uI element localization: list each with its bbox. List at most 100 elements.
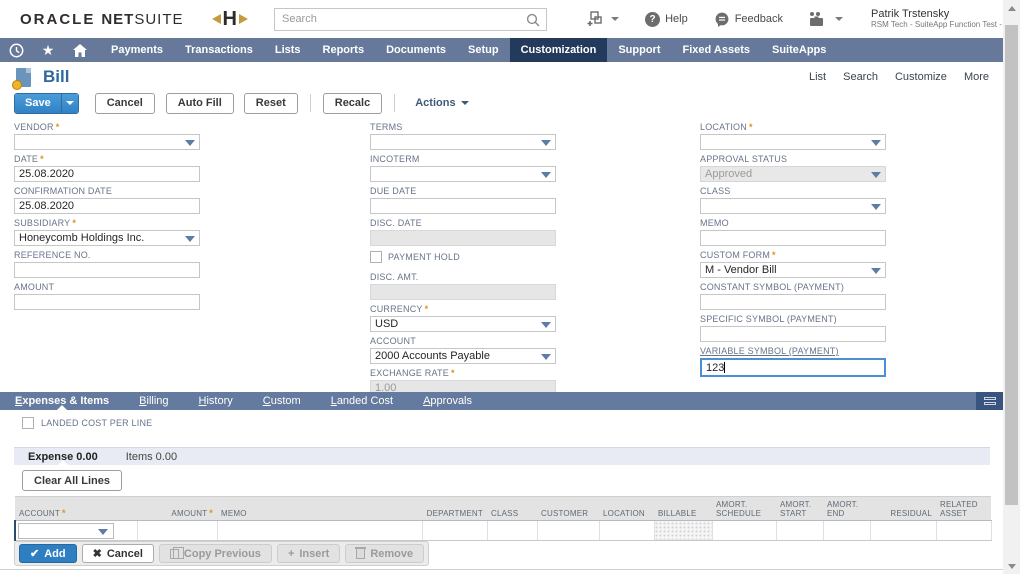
date-input[interactable]: 25.08.2020 — [14, 166, 200, 182]
shortcuts-button[interactable]: ★ — [32, 38, 64, 62]
payment-hold-checkbox[interactable] — [370, 251, 382, 263]
nav-item-lists[interactable]: Lists — [264, 38, 312, 62]
tab-custom[interactable]: Custom — [248, 392, 316, 410]
recent-records-button[interactable] — [0, 38, 32, 62]
cell-location[interactable] — [599, 521, 654, 541]
tab-history[interactable]: History — [184, 392, 248, 410]
subtab-expense[interactable]: Expense 0.00 — [14, 448, 112, 465]
nav-item-suiteapps[interactable]: SuiteApps — [761, 38, 837, 62]
reference-no-field: REFERENCE NO. — [14, 250, 200, 278]
roles-menu[interactable] — [809, 11, 843, 27]
cell-related-asset[interactable] — [936, 521, 991, 541]
home-button[interactable] — [64, 38, 96, 62]
nav-item-fixed-assets[interactable]: Fixed Assets — [672, 38, 761, 62]
chevron-down-icon — [541, 354, 551, 360]
tab-landed-cost[interactable]: Landed Cost — [316, 392, 408, 410]
account-select[interactable]: 2000 Accounts Payable — [370, 348, 556, 364]
user-info[interactable]: Patrik Trstensky RSM Tech - SuiteApp Fun… — [871, 8, 1003, 30]
nav-item-setup[interactable]: Setup — [457, 38, 510, 62]
terms-select[interactable] — [370, 134, 556, 150]
subtab-items[interactable]: Items 0.00 — [112, 448, 191, 465]
tab-bar-spacer — [487, 392, 976, 410]
nav-item-transactions[interactable]: Transactions — [174, 38, 264, 62]
list-link[interactable]: List — [809, 71, 826, 83]
incoterm-select[interactable] — [370, 166, 556, 182]
subsidiary-select[interactable]: Honeycomb Holdings Inc. — [14, 230, 200, 246]
nav-item-payments[interactable]: Payments — [100, 38, 174, 62]
memo-label: MEMO — [700, 218, 886, 229]
help-link[interactable]: ? Help — [645, 12, 688, 27]
search-icon[interactable] — [526, 13, 540, 27]
custom-form-select[interactable]: M - Vendor Bill — [700, 262, 886, 278]
cell-memo[interactable] — [217, 521, 422, 541]
location-select[interactable] — [700, 134, 886, 150]
nav-item-documents[interactable]: Documents — [375, 38, 457, 62]
star-icon: ★ — [42, 42, 55, 59]
chevron-down-icon — [461, 101, 469, 105]
class-select[interactable] — [700, 198, 886, 214]
more-link[interactable]: More — [964, 71, 989, 83]
memo-input[interactable] — [700, 230, 886, 246]
recalc-button[interactable]: Recalc — [323, 93, 382, 114]
customize-link[interactable]: Customize — [895, 71, 947, 83]
clear-all-lines-button[interactable]: Clear All Lines — [22, 470, 122, 491]
landed-cost-per-line-checkbox[interactable] — [22, 417, 34, 429]
specific-symbol-input[interactable] — [700, 326, 886, 342]
netsuite-logo-suite: SUITE — [134, 11, 183, 28]
oracle-logo-text: ORACLE — [20, 11, 95, 28]
scroll-down-button[interactable] — [1003, 558, 1020, 574]
constant-symbol-input[interactable] — [700, 294, 886, 310]
cell-residual[interactable] — [870, 521, 936, 541]
cancel-button[interactable]: Cancel — [95, 93, 155, 114]
cell-amort-start[interactable] — [776, 521, 823, 541]
vendor-select[interactable] — [14, 134, 200, 150]
constant-symbol-field: CONSTANT SYMBOL (PAYMENT) — [700, 282, 886, 310]
variable-symbol-field: VARIABLE SYMBOL (PAYMENT) 123 — [700, 346, 886, 377]
tab-expenses-items[interactable]: Expenses & Items — [0, 392, 124, 410]
currency-select[interactable]: USD — [370, 316, 556, 332]
variable-symbol-input-focused[interactable]: 123 — [700, 358, 886, 377]
cell-amount[interactable] — [137, 521, 217, 541]
disc-date-label: DISC. DATE — [370, 218, 556, 229]
nav-item-reports[interactable]: Reports — [312, 38, 376, 62]
cell-amort-schedule[interactable] — [712, 521, 776, 541]
create-new-menu[interactable] — [587, 11, 619, 27]
list-view-icon — [984, 397, 996, 405]
cell-class[interactable] — [487, 521, 537, 541]
vertical-scrollbar[interactable] — [1003, 0, 1020, 574]
tab-billing[interactable]: Billing — [124, 392, 183, 410]
feedback-link[interactable]: Feedback — [714, 12, 783, 27]
logo-left-wing-icon — [212, 14, 221, 24]
date-label: DATE* — [14, 154, 200, 165]
tab-approvals[interactable]: Approvals — [408, 392, 487, 410]
add-line-button[interactable]: ✔Add — [19, 544, 77, 563]
reference-no-input[interactable] — [14, 262, 200, 278]
cell-department[interactable] — [422, 521, 487, 541]
toggle-view-button[interactable] — [976, 392, 1003, 410]
line-account-select[interactable] — [18, 523, 114, 539]
confirmation-date-input[interactable]: 25.08.2020 — [14, 198, 200, 214]
search-input[interactable] — [275, 9, 546, 30]
cell-amort-end[interactable] — [823, 521, 870, 541]
nav-item-support[interactable]: Support — [607, 38, 671, 62]
nav-item-customization[interactable]: Customization — [510, 38, 608, 62]
scroll-up-button[interactable] — [1003, 0, 1020, 16]
cell-customer[interactable] — [537, 521, 599, 541]
cancel-line-button[interactable]: ✖Cancel — [82, 544, 154, 563]
reset-button[interactable]: Reset — [244, 93, 298, 114]
auto-fill-button[interactable]: Auto Fill — [166, 93, 234, 114]
divider — [394, 94, 395, 112]
approval-status-field: APPROVAL STATUS Approved — [700, 154, 886, 182]
page-title: Bill — [43, 67, 69, 87]
save-dropdown-button[interactable] — [61, 94, 78, 113]
currency-field: CURRENCY* USD — [370, 304, 556, 332]
amount-input[interactable] — [14, 294, 200, 310]
arrow-up-icon — [1008, 6, 1016, 11]
location-label: LOCATION* — [700, 122, 886, 133]
scrollbar-thumb[interactable] — [1005, 25, 1018, 505]
actions-menu-button[interactable]: Actions — [415, 97, 468, 109]
chevron-down-icon — [871, 204, 881, 210]
due-date-input[interactable] — [370, 198, 556, 214]
search-link[interactable]: Search — [843, 71, 878, 83]
save-button[interactable]: Save — [15, 94, 61, 113]
